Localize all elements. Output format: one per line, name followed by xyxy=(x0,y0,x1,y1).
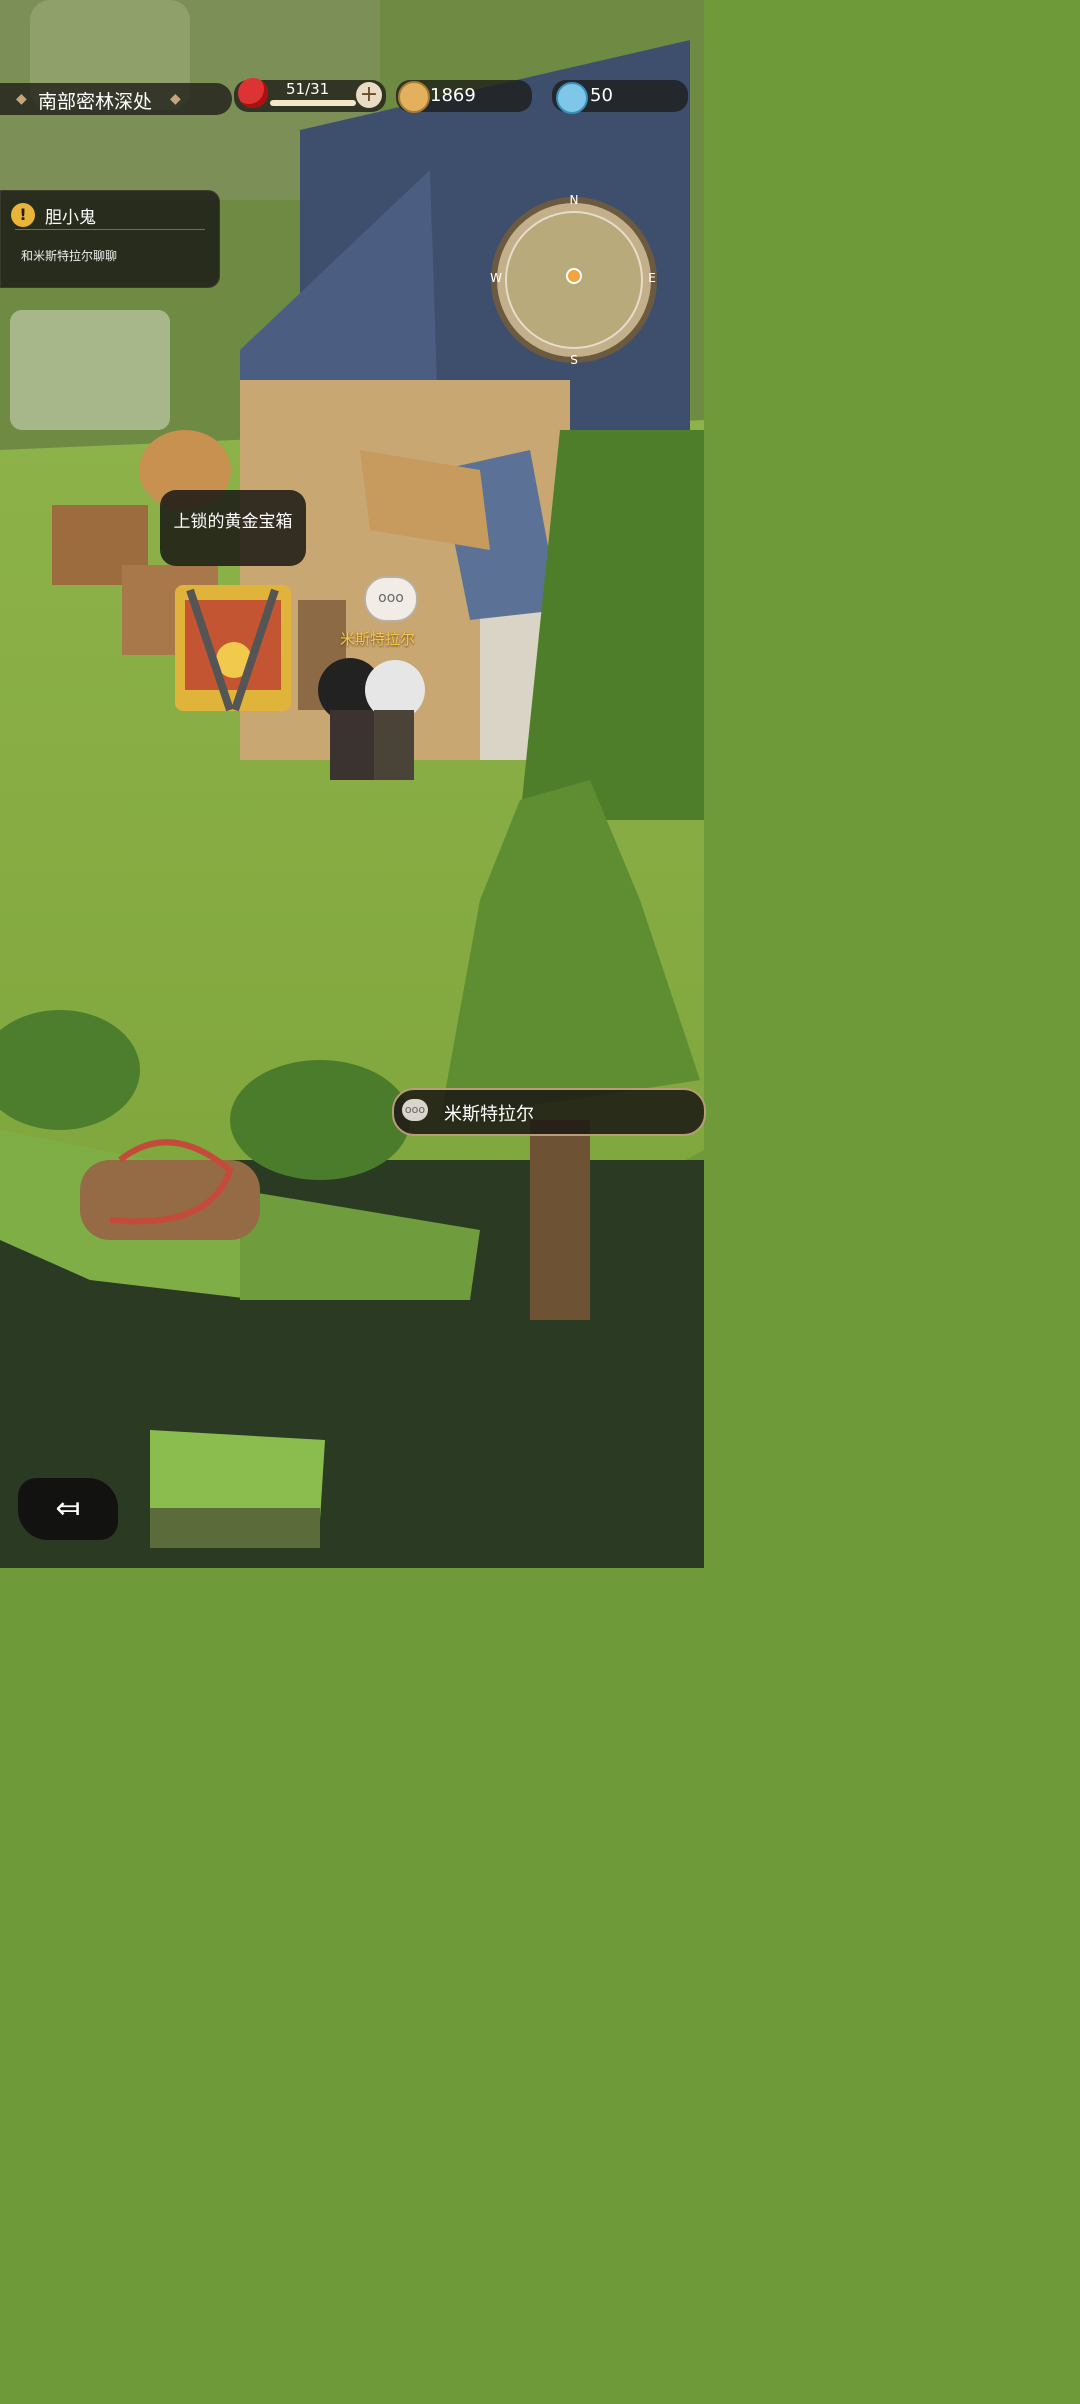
talk-npc-button[interactable]: ooo 米斯特拉尔 xyxy=(392,1088,706,1136)
compass-east: E xyxy=(648,271,656,285)
compass-south: S xyxy=(570,353,578,367)
apple-icon xyxy=(238,78,268,108)
warning-icon: ! xyxy=(11,203,35,227)
location-banner: ◆ 南部密林深处 ◆ xyxy=(0,83,232,115)
quest-title: 胆小鬼 xyxy=(45,208,96,228)
location-name: 南部密林深处 xyxy=(38,91,153,113)
npc-chat-bubble[interactable]: ooo xyxy=(364,576,418,622)
divider xyxy=(15,229,205,230)
back-button[interactable]: ⤆ xyxy=(18,1478,118,1540)
chest-label-text: 上锁的黄金宝箱 xyxy=(173,512,293,532)
compass-west: W xyxy=(490,271,502,285)
minimap[interactable]: N E S W xyxy=(486,192,662,368)
plus-icon[interactable]: + xyxy=(356,82,382,108)
npc-name: 米斯特拉尔 xyxy=(340,630,416,648)
gem-icon xyxy=(556,82,588,114)
coin-value: 1869 xyxy=(430,85,476,106)
stamina-value: 51/31 xyxy=(286,80,330,98)
gem-counter: 50 xyxy=(552,80,688,114)
back-arrow-icon: ⤆ xyxy=(55,1491,81,1526)
ornament-right-icon: ◆ xyxy=(170,91,181,107)
coin-counter: 1869 xyxy=(396,80,532,113)
gem-value: 50 xyxy=(590,85,613,106)
chest-label[interactable]: 上锁的黄金宝箱 xyxy=(160,490,306,566)
quest-description: 和米斯特拉尔聊聊 xyxy=(21,249,118,263)
quest-panel[interactable]: ! 胆小鬼 和米斯特拉尔聊聊 xyxy=(0,190,220,288)
ornament-left-icon: ◆ xyxy=(16,91,27,107)
coin-icon xyxy=(398,81,430,113)
stamina-bar: 51/31 + xyxy=(234,78,386,112)
chat-bubble-icon: ooo xyxy=(378,590,404,606)
chat-bubble-icon: ooo xyxy=(402,1099,428,1121)
compass-north: N xyxy=(570,193,579,207)
talk-npc-label: 米斯特拉尔 xyxy=(444,1104,534,1125)
stamina-fill xyxy=(270,100,356,106)
